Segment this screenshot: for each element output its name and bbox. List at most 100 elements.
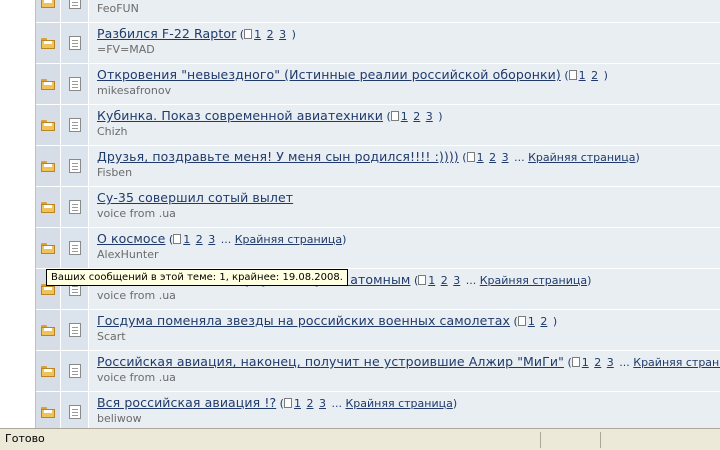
topic-pager: (1 2 3 ) <box>236 28 296 41</box>
topic-status-cell <box>36 187 61 227</box>
topic-author: =FV=MAD <box>97 43 155 56</box>
document-icon <box>68 405 81 419</box>
topic-type-cell <box>61 105 89 145</box>
topic-status-cell <box>36 351 61 391</box>
last-page-link[interactable]: Крайняя страница <box>528 151 635 164</box>
document-icon <box>68 77 81 91</box>
topic-link[interactable]: Откровения "невыездного" (Истинные реали… <box>97 67 561 82</box>
page-link[interactable]: 1 <box>183 233 190 246</box>
topic-link[interactable]: О космосе <box>97 231 165 246</box>
folder-icon-paper <box>44 286 52 290</box>
last-page-link[interactable]: Крайняя страница <box>633 356 720 369</box>
topic-pager: (1 2 3 ... Крайняя страница) <box>165 233 347 246</box>
topic-title-cell: Откровения "невыездного" (Истинные реали… <box>89 64 720 104</box>
topic-row: Российская авиация, наконец, получит не … <box>36 351 720 392</box>
topic-author: AlexHunter <box>97 248 159 261</box>
topic-row: Госдума поменяла звезды на российских во… <box>36 310 720 351</box>
topic-link[interactable]: Госдума поменяла звезды на российских во… <box>97 313 510 328</box>
topic-author: Scart <box>97 330 126 343</box>
topic-line: Откровения "невыездного" (Истинные реали… <box>97 67 720 82</box>
page-link[interactable]: 1 <box>428 274 435 287</box>
page-link[interactable]: 1 <box>401 110 408 123</box>
page-link[interactable]: 2 <box>594 356 601 369</box>
topic-pager: (1 2 3 ... Крайняя страница) <box>276 397 458 410</box>
pages-icon <box>418 275 427 285</box>
topic-author: FeoFUN <box>97 2 139 15</box>
folder-icon <box>41 119 55 131</box>
topic-author: Fisben <box>97 166 133 179</box>
topic-link[interactable]: Разбился F-22 Raptor <box>97 26 236 41</box>
document-icon <box>68 323 81 337</box>
folder-icon-paper <box>44 368 52 372</box>
folder-icon <box>41 365 55 377</box>
topic-line: Разбился F-22 Raptor (1 2 3 ) <box>97 26 720 41</box>
topic-title-cell: Разбился F-22 Raptor (1 2 3 ) =FV=MAD <box>89 23 720 63</box>
topic-pager: (1 2 3 ... Крайняя страница) <box>410 274 592 287</box>
page-link[interactable]: 3 <box>502 151 509 164</box>
topic-author: beliwow <box>97 412 142 425</box>
page-link[interactable]: 1 <box>294 397 301 410</box>
page-link[interactable]: 1 <box>254 28 261 41</box>
last-page-link[interactable]: Крайняя страница <box>235 233 342 246</box>
page-link[interactable]: 2 <box>441 274 448 287</box>
topic-title-cell: Текущие новости (1 2 3 ... Крайняя стран… <box>89 0 720 22</box>
page-link[interactable]: 2 <box>306 397 313 410</box>
document-icon <box>68 200 81 214</box>
folder-icon <box>41 201 55 213</box>
document-icon <box>68 364 81 378</box>
folder-icon <box>41 0 55 8</box>
page-link[interactable]: 3 <box>319 397 326 410</box>
topic-link[interactable]: Кубинка. Показ современной авиатехники <box>97 108 383 123</box>
topic-pager: (1 2 ) <box>510 315 558 328</box>
topic-title-cell: Су-35 совершил сотый вылет voice from .ua <box>89 187 720 227</box>
document-icon <box>68 241 81 255</box>
topic-row: Разбился F-22 Raptor (1 2 3 ) =FV=MAD <box>36 23 720 64</box>
status-text: Готово <box>5 432 45 445</box>
topic-link[interactable]: Су-35 совершил сотый вылет <box>97 190 293 205</box>
page-link[interactable]: 3 <box>208 233 215 246</box>
page-link[interactable]: 1 <box>528 315 535 328</box>
topic-type-cell <box>61 0 89 22</box>
page-link[interactable]: 3 <box>453 274 460 287</box>
page-link[interactable]: 2 <box>413 110 420 123</box>
last-page-link[interactable]: Крайняя страница <box>480 274 587 287</box>
page-link[interactable]: 1 <box>477 151 484 164</box>
topic-status-cell <box>36 392 61 428</box>
topic-link[interactable]: Российская авиация, наконец, получит не … <box>97 354 564 369</box>
page-link[interactable]: 2 <box>196 233 203 246</box>
page-link[interactable]: 2 <box>591 69 598 82</box>
page-link[interactable]: 3 <box>279 28 286 41</box>
topic-line: Российская авиация, наконец, получит не … <box>97 354 720 369</box>
pages-icon <box>466 152 475 162</box>
topic-author: voice from .ua <box>97 289 176 302</box>
page-link[interactable]: 3 <box>607 356 614 369</box>
topic-link[interactable]: Вся российская авиация !? <box>97 395 276 410</box>
topic-status-cell <box>36 64 61 104</box>
topic-title-cell: О космосе (1 2 3 ... Крайняя страница) Al… <box>89 228 720 268</box>
folder-icon <box>41 37 55 49</box>
last-page-link[interactable]: Крайняя страница <box>345 397 452 410</box>
pages-icon <box>571 357 580 367</box>
topic-row: О космосе (1 2 3 ... Крайняя страница) Al… <box>36 228 720 269</box>
topic-status-cell <box>36 105 61 145</box>
page-link[interactable]: 2 <box>540 315 547 328</box>
page-link[interactable]: 2 <box>267 28 274 41</box>
folder-icon-paper <box>44 409 52 413</box>
topic-type-cell <box>61 392 89 428</box>
page-link[interactable]: 2 <box>489 151 496 164</box>
topic-type-cell <box>61 351 89 391</box>
topic-link[interactable]: Друзья, поздравьте меня! У меня сын роди… <box>97 149 459 164</box>
topic-author: voice from .ua <box>97 371 176 384</box>
page-link[interactable]: 3 <box>426 110 433 123</box>
topic-list: Текущие новости (1 2 3 ... Крайняя стран… <box>35 0 720 428</box>
topic-row: Су-35 совершил сотый вылет voice from .ua <box>36 187 720 228</box>
page-link[interactable]: 1 <box>579 69 586 82</box>
topic-row: Текущие новости (1 2 3 ... Крайняя стран… <box>36 0 720 23</box>
page-link[interactable]: 1 <box>582 356 589 369</box>
pages-icon <box>173 234 182 244</box>
topic-status-cell <box>36 0 61 22</box>
pages-icon <box>517 316 526 326</box>
browser-viewport: Текущие новости (1 2 3 ... Крайняя стран… <box>0 0 720 428</box>
topic-type-cell <box>61 23 89 63</box>
folder-icon-paper <box>44 163 52 167</box>
